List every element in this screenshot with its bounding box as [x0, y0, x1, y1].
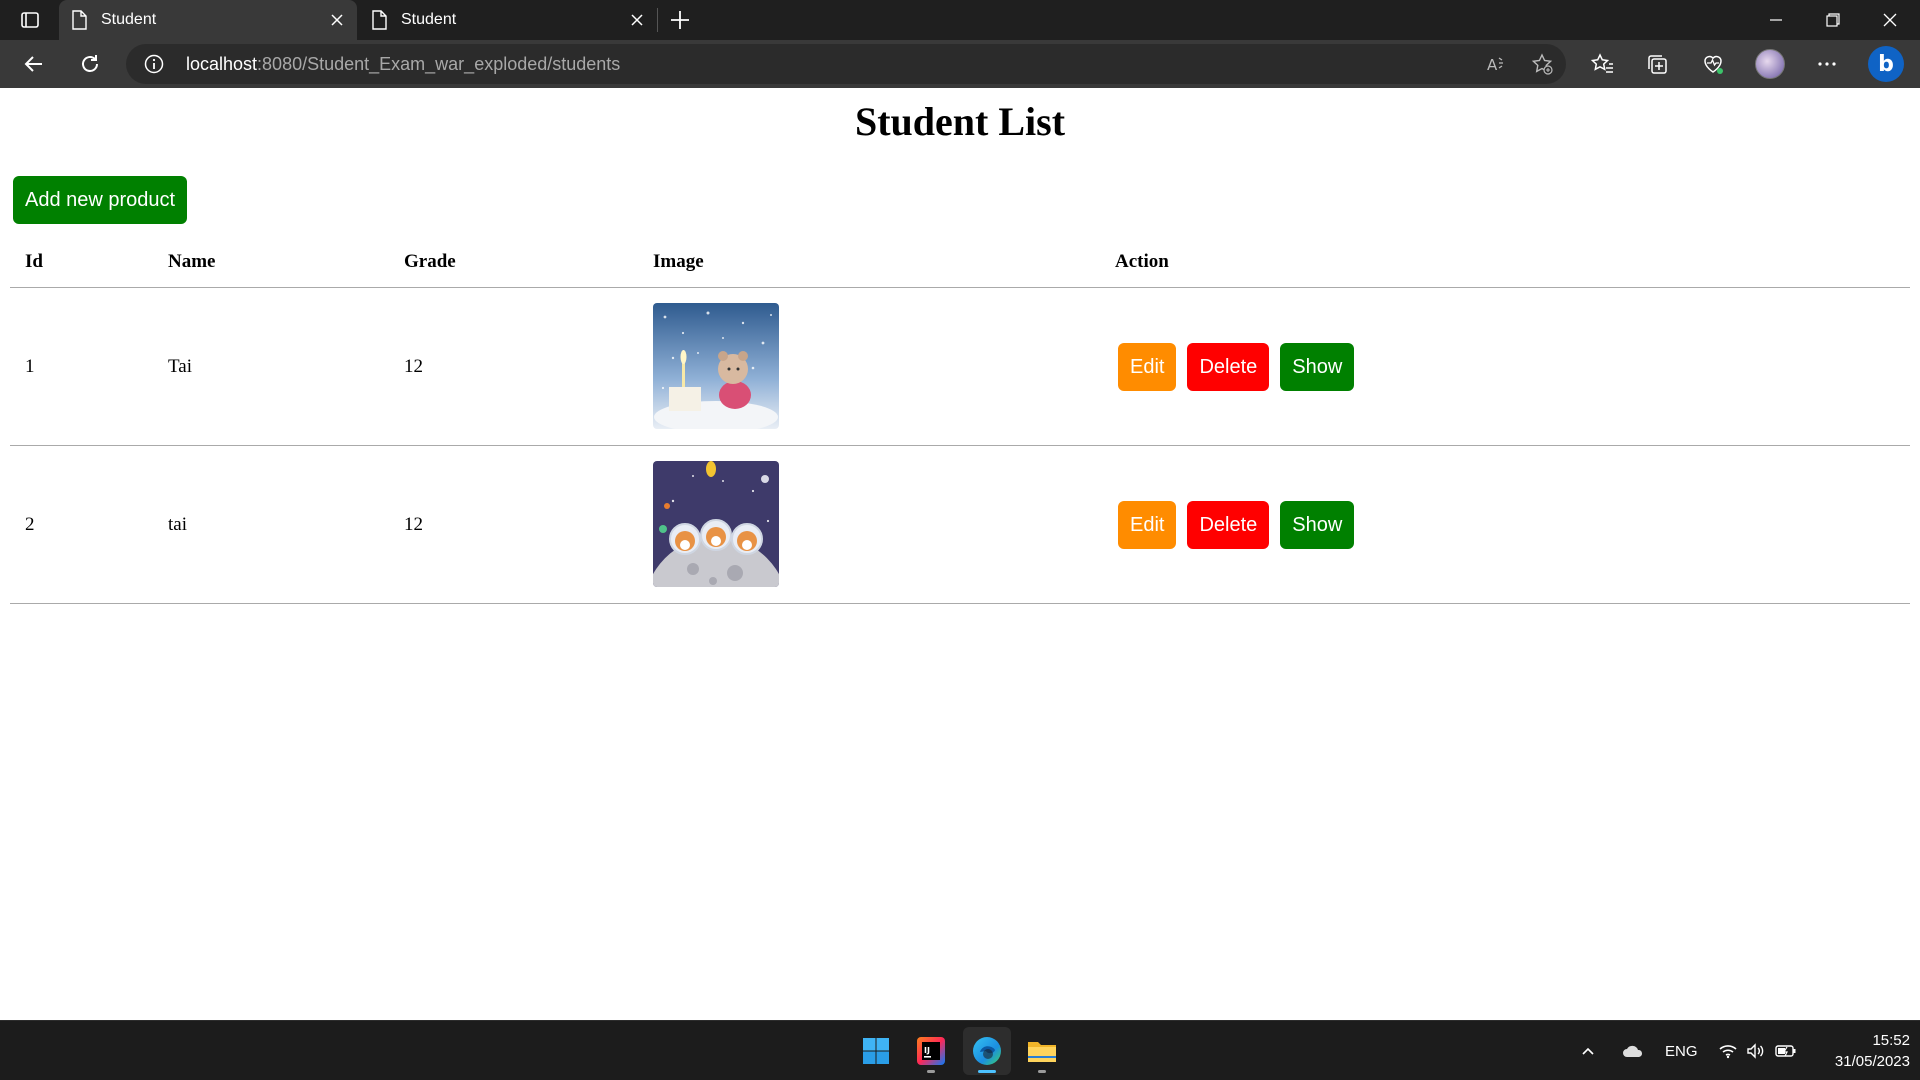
add-new-product-button[interactable]: Add new product	[13, 176, 188, 224]
close-window-icon[interactable]	[1862, 0, 1918, 40]
page-document-icon	[371, 10, 387, 30]
refresh-icon[interactable]	[76, 50, 104, 78]
column-header-id: Id	[25, 251, 43, 272]
close-tab-icon[interactable]	[329, 12, 345, 28]
svg-text:IJ: IJ	[924, 1046, 930, 1055]
read-aloud-icon[interactable]: A	[1484, 52, 1508, 76]
browser-essentials-heart-icon[interactable]	[1699, 50, 1727, 78]
delete-button[interactable]: Delete	[1187, 343, 1270, 391]
restore-window-icon[interactable]	[1805, 0, 1861, 40]
page-content: Student List Add new product Id Name Gra…	[0, 88, 1920, 1020]
tab-title: Student	[101, 11, 157, 28]
back-arrow-icon[interactable]	[20, 50, 48, 78]
show-button[interactable]: Show	[1280, 501, 1355, 549]
column-header-image: Image	[653, 251, 704, 272]
page-document-icon	[71, 10, 87, 30]
profile-avatar[interactable]	[1755, 49, 1785, 79]
wifi-icon[interactable]	[1718, 1021, 1738, 1080]
language-indicator[interactable]: ENG	[1665, 1021, 1698, 1080]
show-button[interactable]: Show	[1280, 343, 1355, 391]
collections-icon[interactable]	[1643, 50, 1671, 78]
row-actions: Edit Delete Show	[1118, 343, 1355, 391]
new-tab-icon[interactable]	[668, 8, 692, 32]
start-windows-icon[interactable]	[852, 1027, 900, 1075]
cell-grade: 12	[404, 514, 423, 535]
add-favorite-star-icon[interactable]	[1530, 52, 1554, 76]
file-explorer-icon[interactable]	[1018, 1027, 1066, 1075]
table-row: 2 tai 12 Edit Delete Show	[10, 446, 1910, 604]
intellij-idea-icon[interactable]: IJ	[907, 1027, 955, 1075]
language-text: ENG	[1665, 1042, 1698, 1060]
url-path: :8080/Student_Exam_war_exploded/students	[257, 54, 621, 74]
clock-date: 31/05/2023	[1834, 1053, 1910, 1070]
edit-button[interactable]: Edit	[1118, 501, 1177, 549]
row-actions: Edit Delete Show	[1118, 501, 1355, 549]
cell-name: Tai	[168, 356, 192, 377]
favorites-icon[interactable]	[1588, 50, 1616, 78]
browser-tab-bar: Student Student	[0, 0, 1920, 40]
close-tab-icon[interactable]	[629, 12, 645, 28]
show-hidden-icons-chevron-icon[interactable]	[1580, 1021, 1596, 1080]
column-header-grade: Grade	[404, 251, 456, 272]
page-title: Student List	[854, 99, 1066, 144]
battery-charging-icon[interactable]	[1775, 1021, 1797, 1080]
volume-speaker-icon[interactable]	[1746, 1021, 1766, 1080]
delete-button[interactable]: Delete	[1187, 501, 1270, 549]
edit-button[interactable]: Edit	[1118, 343, 1177, 391]
cell-id: 2	[25, 514, 35, 535]
cell-id: 1	[25, 356, 35, 377]
tab-actions-icon[interactable]	[16, 8, 44, 32]
student-table: Id Name Grade Image Action 1 Tai 12 Edit…	[10, 236, 1910, 604]
cell-name: tai	[168, 514, 187, 535]
site-info-icon[interactable]	[144, 54, 164, 74]
edge-browser-icon[interactable]	[963, 1027, 1011, 1075]
running-indicator	[1038, 1070, 1046, 1073]
url-host: localhost	[186, 54, 258, 74]
column-header-action: Action	[1115, 251, 1169, 272]
student-image-thumbnail	[653, 461, 779, 587]
column-header-name: Name	[168, 251, 216, 272]
url-text: localhost:8080/Student_Exam_war_exploded…	[186, 44, 620, 84]
onedrive-cloud-icon[interactable]	[1621, 1021, 1645, 1080]
browser-toolbar: localhost:8080/Student_Exam_war_exploded…	[0, 40, 1920, 88]
minimize-window-icon[interactable]	[1748, 0, 1804, 40]
windows-taskbar: IJ ENG 15:52 31/05/2023	[0, 1020, 1920, 1080]
running-indicator	[927, 1070, 935, 1073]
clock-time: 15:52	[1872, 1032, 1910, 1049]
browser-tab-active[interactable]: Student	[59, 0, 357, 40]
tab-separator	[657, 8, 658, 32]
table-row: 1 Tai 12 Edit Delete Show	[10, 288, 1910, 446]
svg-text:A: A	[1487, 56, 1498, 74]
system-clock[interactable]: 15:52 31/05/2023	[1810, 1030, 1910, 1072]
student-image-thumbnail	[653, 303, 779, 429]
address-bar[interactable]: localhost:8080/Student_Exam_war_exploded…	[126, 44, 1566, 84]
cell-grade: 12	[404, 356, 423, 377]
bing-copilot-icon[interactable]: b	[1868, 46, 1904, 82]
table-header-row: Id Name Grade Image Action	[10, 236, 1910, 288]
more-options-icon[interactable]	[1813, 50, 1841, 78]
running-indicator	[978, 1070, 996, 1073]
tab-title: Student	[401, 11, 457, 28]
browser-tab-inactive[interactable]: Student	[359, 0, 657, 40]
